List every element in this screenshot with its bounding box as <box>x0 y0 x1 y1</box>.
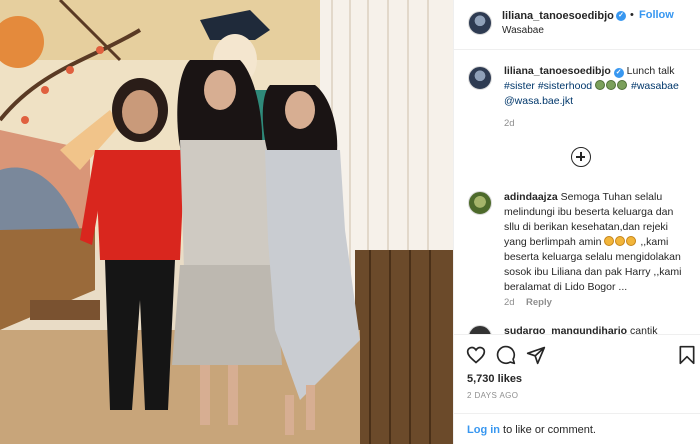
comment-line-3: sllu di berikan kesehatan,dan rejeki <box>504 221 669 233</box>
comments-list[interactable]: liliana_tanoesoedibjo ✓ Lunch talk #sist… <box>454 50 700 334</box>
comment-text-tail: ,,kami <box>640 236 669 248</box>
post-photo[interactable] <box>0 0 453 444</box>
comment-time[interactable]: 2d <box>504 297 515 308</box>
caption-mention[interactable]: @wasa.bae.jkt <box>504 95 573 107</box>
pray-emoji-icon <box>626 236 637 246</box>
comment-line-5: beserta keluarga selalu mengidolakan <box>504 251 681 263</box>
caption-line-3: @wasa.bae.jkt <box>504 94 573 109</box>
comment-line-6: sosok ibu Liliana dan pak Harry ,,kami <box>504 266 682 278</box>
caption-time[interactable]: 2d <box>504 118 515 129</box>
login-link[interactable]: Log in <box>467 424 500 436</box>
heart-icon[interactable] <box>466 345 486 365</box>
comment-line-1: adindaajza Semoga Tuhan selalu <box>504 190 662 205</box>
comment-line-2: melindungi ibu beserta keluarga dan <box>504 206 674 218</box>
share-icon[interactable] <box>526 345 546 365</box>
comment-icon[interactable] <box>496 345 516 365</box>
emoji-icon <box>617 80 628 90</box>
emoji-icon <box>606 80 617 90</box>
comment-text: cantik <box>630 325 658 334</box>
author-avatar[interactable] <box>468 11 492 35</box>
login-text: Log in to like or comment. <box>467 424 596 436</box>
plus-circle-icon[interactable] <box>571 147 591 167</box>
commenter-username[interactable]: adindaajza <box>504 191 558 203</box>
comment-text: yang berlimpah amin <box>504 236 602 248</box>
follow-button[interactable]: Follow <box>639 9 674 21</box>
verified-icon: ✓ <box>613 68 624 78</box>
reply-button[interactable]: Reply <box>526 297 552 308</box>
emoji-icon <box>595 80 606 90</box>
post-header: liliana_tanoesoedibjo ✓ • Follow Wasabae <box>454 0 700 50</box>
post-date[interactable]: 2 days ago <box>467 391 518 400</box>
caption-hashtags[interactable]: #sister #sisterhood <box>504 80 592 92</box>
caption-line-1: liliana_tanoesoedibjo ✓ Lunch talk <box>504 64 675 79</box>
comment-text: Semoga Tuhan selalu <box>560 191 663 203</box>
separator-dot: • <box>630 9 634 21</box>
comment-line-4: yang berlimpah amin ,,kami <box>504 235 668 250</box>
caption-text: Lunch talk <box>626 65 675 77</box>
commenter-avatar[interactable] <box>468 325 492 334</box>
login-prompt: Log in to like or comment. <box>454 413 700 444</box>
pray-emoji-icon <box>604 236 615 246</box>
post-sidebar: liliana_tanoesoedibjo ✓ • Follow Wasabae… <box>453 0 700 444</box>
photo-illustration <box>0 0 453 444</box>
commenter-username[interactable]: sudargo_mangundiharjo <box>504 325 627 334</box>
login-suffix: to like or comment. <box>500 424 596 436</box>
caption-avatar[interactable] <box>468 66 492 90</box>
verified-icon: ✓ <box>616 11 626 21</box>
bookmark-icon[interactable] <box>678 345 696 365</box>
action-bar: 5,730 likes 2 days ago Log in to like or… <box>454 334 700 444</box>
post-location[interactable]: Wasabae <box>502 25 544 36</box>
likes-count[interactable]: 5,730 likes <box>467 373 522 385</box>
comment-line-7: beralamat di Lido Bogor ... <box>504 281 628 293</box>
caption-hashtag-wasabae[interactable]: #wasabae <box>631 80 679 92</box>
author-username[interactable]: liliana_tanoesoedibjo <box>502 10 614 22</box>
comment-line-1: sudargo_mangundiharjo cantik <box>504 324 657 334</box>
commenter-avatar[interactable] <box>468 191 492 215</box>
caption-username[interactable]: liliana_tanoesoedibjo <box>504 65 611 77</box>
caption-line-2: #sister #sisterhood #wasabae <box>504 79 679 94</box>
pray-emoji-icon <box>615 236 626 246</box>
